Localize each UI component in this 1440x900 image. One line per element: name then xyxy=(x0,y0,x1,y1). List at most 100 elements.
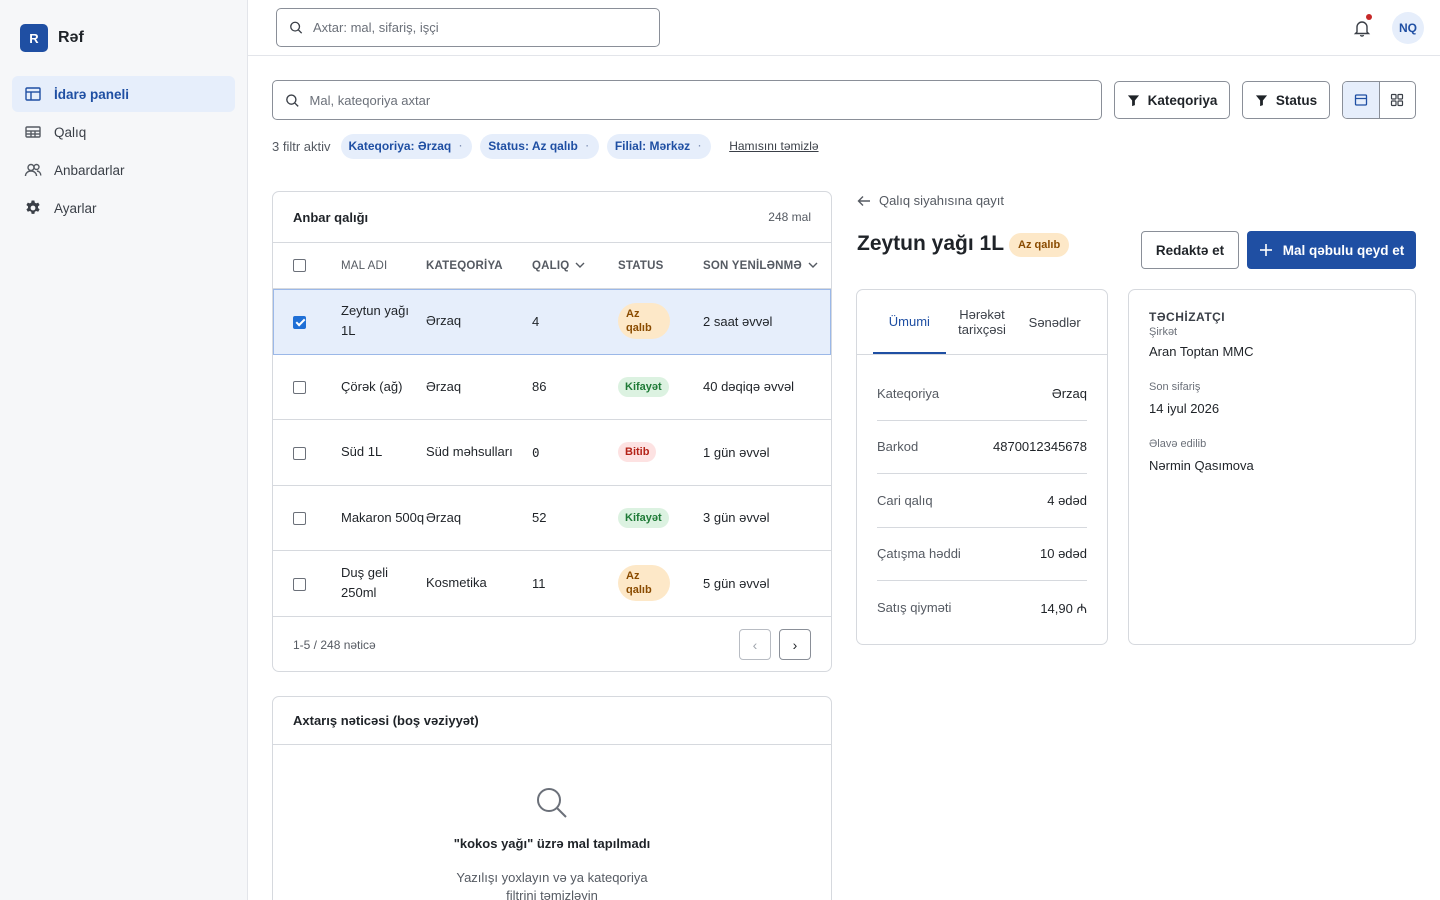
table-row[interactable]: Zeytun yağı 1L Ərzaq 4 Az qalıb 2 saat ə… xyxy=(273,289,831,355)
chip-label: Kateqoriya: Ərzaq xyxy=(348,139,452,153)
list-view-icon xyxy=(1354,94,1367,106)
col-category[interactable]: KATEQORİYA xyxy=(426,256,532,276)
filter-chip-branch[interactable]: Filial: Mərkəz · xyxy=(606,133,712,159)
row-checkbox[interactable] xyxy=(293,512,306,526)
col-updated-label: SON YENİLƏNMƏ xyxy=(703,259,802,272)
chip-label: Status: Az qalıb xyxy=(488,139,578,153)
field-value: 10 ədəd xyxy=(1040,546,1087,562)
table-row[interactable]: Süd 1L Süd məhsulları 0 Bitib 1 gün əvvə… xyxy=(273,420,831,486)
pagination-text: 1-5 / 248 nəticə xyxy=(293,637,376,652)
global-search[interactable] xyxy=(276,8,660,47)
bell-icon xyxy=(1353,21,1371,37)
filter-chip-category[interactable]: Kateqoriya: Ərzaq · xyxy=(340,133,473,159)
sidebar-item-label: Qalıq xyxy=(54,124,87,140)
field-label: Satış qiyməti xyxy=(877,600,952,616)
notifications-button[interactable] xyxy=(1352,14,1372,38)
brand[interactable]: R Rəf xyxy=(20,24,84,52)
status-badge: Kifayət xyxy=(618,507,669,528)
card-header: Axtarış nəticəsi (boş vəziyyət) xyxy=(273,697,831,745)
sidebar-item-label: Ayarlar xyxy=(54,200,97,216)
col-status[interactable]: STATUS xyxy=(618,260,703,272)
table-row[interactable]: Makaron 500q Ərzaq 52 Kifayət 3 gün əvvə… xyxy=(273,486,831,551)
back-link[interactable]: Qalıq siyahısına qayıt xyxy=(857,193,1004,208)
row-checkbox[interactable] xyxy=(293,446,306,460)
topbar: NQ xyxy=(248,0,1440,56)
filter-chip-status[interactable]: Status: Az qalıb · xyxy=(480,133,599,159)
notification-dot xyxy=(1366,14,1372,20)
sidebar-item-storekeepers[interactable]: Anbardarlar xyxy=(12,152,235,188)
col-updated[interactable]: SON YENİLƏNMƏ xyxy=(703,260,831,272)
prev-page-button[interactable]: ‹ xyxy=(739,629,771,660)
global-search-input[interactable] xyxy=(313,20,647,35)
field-sale-price: Satış qiyməti 14,90 ₼ xyxy=(877,581,1087,635)
cell-name: Makaron 500q xyxy=(341,509,425,525)
back-link-label: Qalıq siyahısına qayıt xyxy=(879,193,1005,208)
chip-label: Filial: Mərkəz xyxy=(614,139,691,153)
chip-remove-icon[interactable]: · xyxy=(698,141,701,151)
row-checkbox[interactable] xyxy=(293,577,306,591)
detail-fields: Kateqoriya Ərzaq Barkod 4870012345678 Cari… xyxy=(857,355,1107,635)
filter-icon xyxy=(1255,94,1267,106)
cell-name: Zeytun yağı 1L xyxy=(341,303,409,339)
empty-state-message: "kokos yağı" üzrə mal tapılmadı xyxy=(453,836,651,851)
card-title: Anbar qalığı xyxy=(293,209,369,225)
category-filter-button[interactable]: Kateqoriya xyxy=(1114,81,1230,119)
cell-updated: 2 saat əvvəl xyxy=(703,313,773,329)
gear-icon xyxy=(26,200,40,214)
grid-view-button[interactable] xyxy=(1380,82,1416,118)
clear-all-filters-link[interactable]: Hamısını təmizlə xyxy=(729,139,818,153)
cell-category: Ərzaq xyxy=(426,378,462,394)
empty-state-hint: Yazılışı yoxlayın və ya kateqoriya filtr… xyxy=(456,870,648,900)
tab-movement-history[interactable]: Hərəkət tarixçəsi xyxy=(946,290,1019,354)
next-page-button[interactable]: › xyxy=(779,629,811,660)
row-checkbox[interactable] xyxy=(293,381,306,395)
table-row[interactable]: Duş geli 250ml Kosmetika 11 Az qalıb 5 g… xyxy=(273,551,831,617)
sidebar-item-stock[interactable]: Qalıq xyxy=(12,114,235,150)
table-header: MAL ADI KATEQORİYA QALIQ STATUS SON YENİ… xyxy=(273,243,831,289)
cell-updated: 1 gün əvvəl xyxy=(703,444,770,460)
field-label: Barkod xyxy=(877,439,919,455)
table-row[interactable]: Çörək (ağ) Ərzaq 86 Kifayət 40 dəqiqə əv… xyxy=(273,355,831,420)
brand-logo: R xyxy=(20,24,48,52)
filter-icon xyxy=(1127,94,1139,106)
edit-button[interactable]: Redaktə et xyxy=(1141,231,1239,269)
chevron-down-icon xyxy=(808,262,818,268)
chip-remove-icon[interactable]: · xyxy=(586,141,589,151)
card-title: Axtarış nəticəsi (boş vəziyyət) xyxy=(293,713,479,728)
chip-remove-icon[interactable]: · xyxy=(459,141,462,151)
field-label: Kateqoriya xyxy=(877,385,940,401)
status-filter-button[interactable]: Status xyxy=(1242,81,1330,119)
tab-general[interactable]: Ümumi xyxy=(873,290,946,354)
active-filters: 3 filtr aktiv Kateqoriya: Ərzaq · Status:… xyxy=(272,133,819,159)
grid-view-icon xyxy=(1391,93,1404,107)
page-title: Zeytun yağı 1L xyxy=(857,232,1005,255)
tab-documents[interactable]: Sənədlər xyxy=(1018,290,1091,354)
cell-qty: 11 xyxy=(532,575,546,591)
list-view-button[interactable] xyxy=(1343,82,1380,118)
field-value: 4 ədəd xyxy=(1047,492,1087,508)
sidebar-item-settings[interactable]: Ayarlar xyxy=(12,190,235,226)
status-badge: Az qalıb xyxy=(618,303,670,340)
select-all-checkbox[interactable] xyxy=(293,259,306,272)
col-name[interactable]: MAL ADI xyxy=(341,256,426,276)
detail-tabs: Ümumi Hərəkət tarixçəsi Sənədlər xyxy=(857,290,1107,355)
last-order-value: 14 iyul 2026 xyxy=(1149,401,1220,416)
last-order-label: Son sifariş xyxy=(1149,381,1201,393)
avatar[interactable]: NQ xyxy=(1392,12,1424,44)
field-category: Kateqoriya Ərzaq xyxy=(877,367,1087,421)
brand-name: Rəf xyxy=(58,29,84,46)
filter-search-input[interactable] xyxy=(309,92,1089,108)
status-badge: Kifayət xyxy=(618,376,669,397)
sidebar-item-dashboard[interactable]: İdarə paneli xyxy=(12,76,235,112)
row-checkbox[interactable] xyxy=(293,315,306,329)
filter-search[interactable] xyxy=(272,80,1102,120)
cell-qty: 4 xyxy=(532,313,540,329)
field-value: Ərzaq xyxy=(1051,385,1087,401)
detail-card: Ümumi Hərəkət tarixçəsi Sənədlər Kateqor… xyxy=(856,289,1108,645)
status-badge: Az qalıb xyxy=(1009,233,1070,257)
col-qty[interactable]: QALIQ xyxy=(532,260,618,272)
search-icon xyxy=(290,21,303,34)
field-current-stock: Cari qalıq 4 ədəd xyxy=(877,474,1087,528)
record-receipt-button[interactable]: Mal qəbulu qeyd et xyxy=(1247,231,1416,269)
cell-category: Süd məhsulları xyxy=(426,444,513,460)
